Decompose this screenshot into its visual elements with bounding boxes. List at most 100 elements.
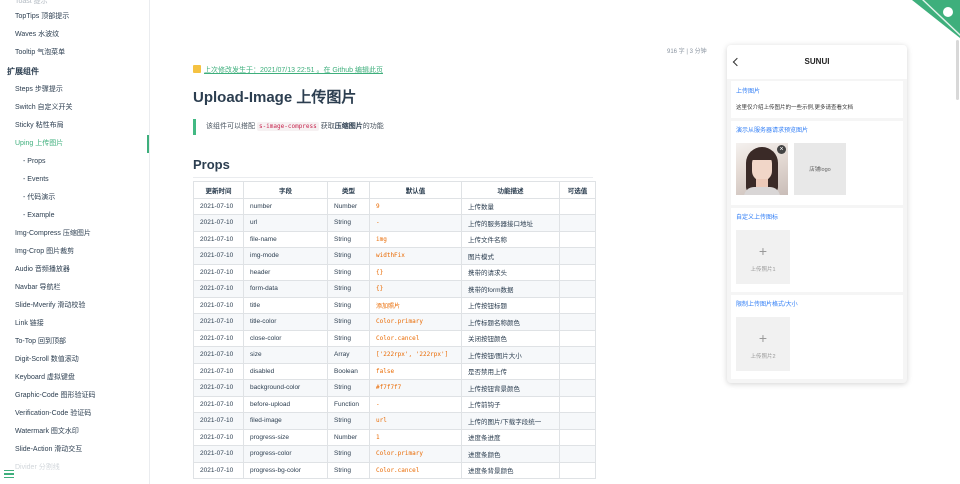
table-row: 2021-07-10 size Array ['222rpx', '222rpx'] 上… [193, 346, 596, 364]
sidebar-item-img-compress[interactable]: Img-Compress 压缩图片 [0, 225, 149, 243]
github-corner-icon[interactable] [912, 0, 960, 38]
demo-card-server-preview: 演示从服务器请求预览图片 × 店铺logo [731, 121, 903, 205]
upload-label: 上传照片1 [750, 267, 776, 273]
sidebar-item-steps[interactable]: Steps 步骤提示 [0, 81, 149, 99]
sidebar-sub-demo[interactable]: - 代码演示 [0, 189, 149, 207]
sidebar-item-sticky[interactable]: Sticky 粘性布局 [0, 117, 149, 135]
sidebar-group-extensions[interactable]: 扩展组件 [0, 62, 149, 81]
table-cell: progress-bg-color [243, 461, 328, 479]
sidebar-item-tooltip[interactable]: Tooltip 气泡菜单 [0, 44, 149, 62]
table-cell: 上传按钮背景颜色 [461, 379, 560, 397]
table-cell: Color.primary [369, 313, 462, 331]
sidebar-item-verification-code[interactable]: Verification-Code 验证码 [0, 405, 149, 423]
table-cell: 上传标题名称颜色 [461, 313, 560, 331]
sidebar-sub-example[interactable]: - Example [0, 207, 149, 225]
table-cell: String [327, 313, 370, 331]
shirt-shape [744, 187, 780, 195]
table-cell: 上传前钩子 [461, 395, 560, 413]
table-cell [559, 247, 596, 265]
table-cell [559, 461, 596, 479]
table-cell: 2021-07-10 [193, 379, 244, 397]
close-icon[interactable]: × [777, 145, 786, 154]
table-row: 2021-07-10 progress-size Number 1 进度条进度 [193, 428, 596, 446]
table-cell: String [327, 247, 370, 265]
table-cell: 进度条进度 [461, 428, 560, 446]
sidebar-item-toptips[interactable]: TopTips 顶部提示 [0, 8, 149, 26]
sidebar-item-slide-mverify[interactable]: Slide-Mverify 滑动校验 [0, 297, 149, 315]
sidebar-item-graphic-code[interactable]: Graphic-Code 图形验证码 [0, 387, 149, 405]
sidebar-item-watermark[interactable]: Watermark 图文水印 [0, 423, 149, 441]
upload-label: 上传照片2 [750, 354, 776, 360]
sidebar-item-audio[interactable]: Audio 音频播放器 [0, 261, 149, 279]
table-row: 2021-07-10 file-name String img 上传文件名称 [193, 230, 596, 248]
scrollbar[interactable] [956, 40, 959, 100]
table-row: 2021-07-10 before-upload Function - 上传前钩子 [193, 395, 596, 413]
sidebar-item-to-top[interactable]: To-Top 回到顶部 [0, 333, 149, 351]
last-modified-link[interactable]: 上次修改发生于：2021/07/13 22:51 。在 Github 编辑此页 [193, 65, 383, 75]
sidebar-item-navbar[interactable]: Navbar 导航栏 [0, 279, 149, 297]
table-cell: String [327, 280, 370, 298]
table-cell [559, 412, 596, 430]
phone-nav-title: SUNUI [804, 57, 830, 66]
sidebar-sub-props[interactable]: - Props [0, 153, 149, 171]
table-header-row: 更新时间 字段 类型 默认值 功能描述 可选值 [193, 181, 596, 199]
preview-image[interactable]: × [736, 143, 788, 195]
upload-button-1[interactable]: + 上传照片1 [736, 230, 790, 284]
table-cell: 关闭按钮颜色 [461, 329, 560, 347]
table-cell: img-mode [243, 247, 328, 265]
table-cell: String [327, 412, 370, 430]
tip-prefix: 该组件可以搭配 [206, 123, 255, 130]
sidebar-item-waves[interactable]: Waves 水波纹 [0, 26, 149, 44]
table-cell: {} [369, 263, 462, 281]
sidebar-item-switch[interactable]: Switch 自定义开关 [0, 99, 149, 117]
last-modified-text: 上次修改发生于：2021/07/13 22:51 。在 Github 编辑此页 [204, 67, 383, 74]
table-cell: 2021-07-10 [193, 230, 244, 248]
table-cell [559, 197, 596, 215]
logo-label: 店铺logo [809, 167, 831, 173]
sidebar-item-slide-action[interactable]: Slide-Action 滑动交互 [0, 441, 149, 459]
sidebar-sub-events[interactable]: - Events [0, 171, 149, 189]
table-row: 2021-07-10 progress-bg-color String Color.c… [193, 461, 596, 479]
docs-page: Toast 提示 TopTips 顶部提示 Waves 水波纹 Tooltip … [0, 0, 960, 484]
page-title: Upload-Image 上传图片 [193, 89, 357, 106]
table-cell: 携带的请求头 [461, 263, 560, 281]
table-row: 2021-07-10 number Number 9 上传数量 [193, 197, 596, 215]
card-title: 演示从服务器请求预览图片 [736, 128, 809, 134]
table-cell: - [369, 395, 462, 413]
col-header: 功能描述 [461, 181, 560, 199]
sidebar-item-img-crop[interactable]: Img-Crop 图片裁剪 [0, 243, 149, 261]
table-cell: String [327, 329, 370, 347]
table-cell: 进度条颜色 [461, 445, 560, 463]
sidebar-item-toast[interactable]: Toast 提示 [0, 0, 149, 8]
table-cell: before-upload [243, 395, 328, 413]
table-cell: Function [327, 395, 370, 413]
table-cell: 2021-07-10 [193, 412, 244, 430]
sidebar-item-digit-scroll[interactable]: Digit-Scroll 数值滚动 [0, 351, 149, 369]
table-cell: 2021-07-10 [193, 445, 244, 463]
table-cell: img [369, 230, 462, 248]
upload-button-2[interactable]: + 上传照片2 [736, 317, 790, 371]
plus-icon: + [758, 330, 768, 346]
table-cell [559, 313, 596, 331]
table-cell [559, 214, 596, 232]
col-header: 字段 [243, 181, 328, 199]
table-cell: url [369, 412, 462, 430]
sidebar-item-link[interactable]: Link 链接 [0, 315, 149, 333]
table-cell: progress-size [243, 428, 328, 446]
table-cell: 上传按钮/图片大小 [461, 346, 560, 364]
sidebar-item-divider[interactable]: Divider 分割线 [0, 459, 149, 477]
meta-separator: | [686, 49, 688, 55]
table-cell: url [243, 214, 328, 232]
tip-suffix: 的功能 [362, 123, 384, 130]
tip-mid: 获取 [320, 123, 335, 130]
menu-icon[interactable] [4, 470, 14, 478]
card-title: 限制上传图片格式/大小 [736, 302, 798, 308]
table-cell: Color.primary [369, 445, 462, 463]
logo-thumb[interactable]: 店铺logo [794, 143, 846, 195]
demo-card-custom-icon: 自定义上传图标 + 上传照片1 [731, 208, 903, 292]
plus-icon: + [758, 243, 768, 259]
table-cell: 上传数量 [461, 197, 560, 215]
table-cell: form-data [243, 280, 328, 298]
sidebar-item-keyboard[interactable]: Keyboard 虚拟键盘 [0, 369, 149, 387]
sidebar-item-uping[interactable]: Uping 上传图片 [0, 135, 149, 153]
